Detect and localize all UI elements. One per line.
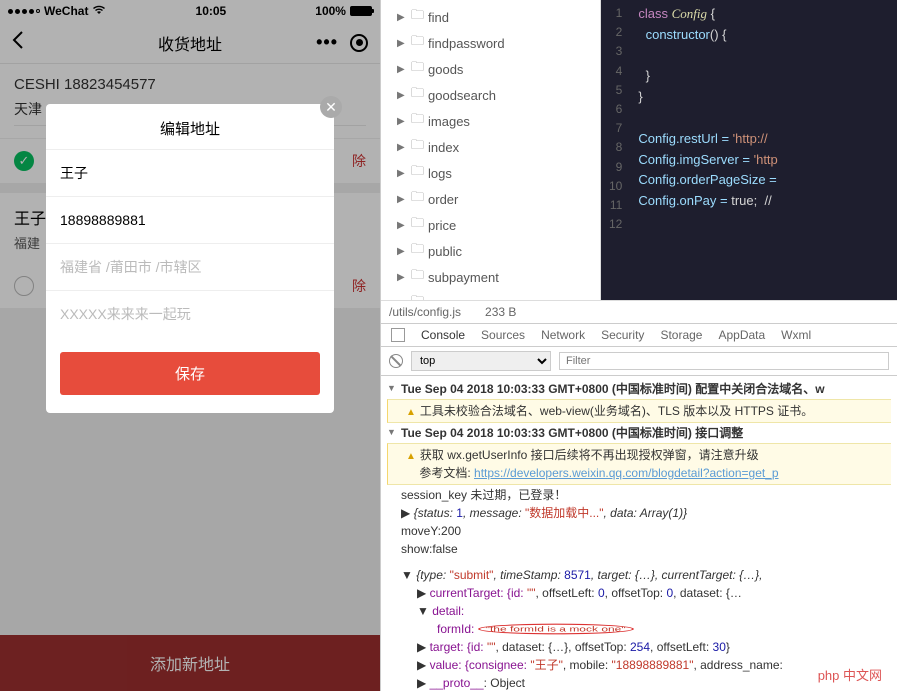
clear-console-icon[interactable] <box>389 354 403 368</box>
log-warning: 工具未校验合法域名、web-view(业务域名)、TLS 版本以及 HTTPS … <box>387 399 891 423</box>
tree-item-public[interactable]: ▶🗀public <box>381 238 600 264</box>
line-gutter: 123456789101112 <box>601 0 630 300</box>
mobile-simulator: WeChat 10:05 100% 收货地址 ••• CESHI 1882345… <box>0 0 380 691</box>
log-line: moveY:200 <box>387 522 891 540</box>
detail-field[interactable] <box>46 291 334 337</box>
tab-console[interactable]: Console <box>421 328 465 342</box>
save-button[interactable]: 保存 <box>60 352 320 395</box>
edit-address-modal: ✕ 编辑地址 保存 <box>46 104 334 413</box>
log-warning: 获取 wx.getUserInfo 接口后续将不再出现授权弹窗，请注意升级 参考… <box>387 443 891 485</box>
tree-item-goods[interactable]: ▶🗀goods <box>381 56 600 82</box>
tree-item-price[interactable]: ▶🗀price <box>381 212 600 238</box>
log-line: session_key 未过期，已登录！ <box>387 486 891 504</box>
tab-wxml[interactable]: Wxml <box>781 328 811 342</box>
inspect-icon[interactable] <box>391 328 405 342</box>
tree-item-user[interactable]: ▼🗀user <box>381 290 600 300</box>
log-object[interactable]: ▶ {status: 1, message: "数据加载中...", data:… <box>387 504 891 522</box>
tab-storage[interactable]: Storage <box>660 328 702 342</box>
log-formid: formId: "the formId is a mock one" <box>387 620 891 638</box>
watermark: php 中文网 <box>813 664 887 685</box>
tree-item-order[interactable]: ▶🗀order <box>381 186 600 212</box>
log-line: show:false <box>387 540 891 558</box>
tree-item-images[interactable]: ▶🗀images <box>381 108 600 134</box>
close-icon[interactable]: ✕ <box>320 96 342 118</box>
tree-item-index[interactable]: ▶🗀index <box>381 134 600 160</box>
file-path: /utils/config.js <box>389 305 461 319</box>
console-filter-row: top <box>381 347 897 376</box>
tree-item-logs[interactable]: ▶🗀logs <box>381 160 600 186</box>
file-tree[interactable]: ▶🗀find▶🗀findpassword▶🗀goods▶🗀goodsearch▶… <box>381 0 601 300</box>
tree-item-findpassword[interactable]: ▶🗀findpassword <box>381 30 600 56</box>
modal-overlay[interactable]: ✕ 编辑地址 保存 <box>0 0 380 691</box>
context-select[interactable]: top <box>411 351 551 371</box>
log-object-prop[interactable]: ▶ currentTarget: {id: "", offsetLeft: 0,… <box>387 584 891 602</box>
modal-title: 编辑地址 <box>46 104 334 150</box>
editor-status-bar: /utils/config.js 233 B <box>381 300 897 323</box>
log-line[interactable]: Tue Sep 04 2018 10:03:33 GMT+0800 (中国标准时… <box>387 380 891 398</box>
log-object-prop[interactable]: ▼ detail: <box>387 602 891 620</box>
code-editor[interactable]: 123456789101112 class Config { construct… <box>601 0 897 300</box>
tree-item-find[interactable]: ▶🗀find <box>381 4 600 30</box>
doc-link[interactable]: https://developers.weixin.qq.com/blogdet… <box>474 466 779 480</box>
tab-appdata[interactable]: AppData <box>718 328 765 342</box>
code-content: class Config { constructor() { } } Confi… <box>630 0 788 300</box>
tree-item-goodsearch[interactable]: ▶🗀goodsearch <box>381 82 600 108</box>
phone-field[interactable] <box>46 197 334 244</box>
tab-network[interactable]: Network <box>541 328 585 342</box>
file-size: 233 B <box>485 305 516 319</box>
tree-item-subpayment[interactable]: ▶🗀subpayment <box>381 264 600 290</box>
console-output[interactable]: Tue Sep 04 2018 10:03:33 GMT+0800 (中国标准时… <box>381 376 897 691</box>
log-object-prop[interactable]: ▶ target: {id: "", dataset: {…}, offsetT… <box>387 638 891 656</box>
devtools-panel: ▶🗀find▶🗀findpassword▶🗀goods▶🗀goodsearch▶… <box>380 0 897 691</box>
filter-input[interactable] <box>559 352 889 370</box>
devtools-tabs: Console Sources Network Security Storage… <box>381 323 897 347</box>
region-field[interactable] <box>46 244 334 291</box>
tab-sources[interactable]: Sources <box>481 328 525 342</box>
log-line[interactable]: Tue Sep 04 2018 10:03:33 GMT+0800 (中国标准时… <box>387 424 891 442</box>
tab-security[interactable]: Security <box>601 328 644 342</box>
log-object[interactable]: ▼ {type: "submit", timeStamp: 8571, targ… <box>387 566 891 584</box>
name-field[interactable] <box>46 150 334 197</box>
